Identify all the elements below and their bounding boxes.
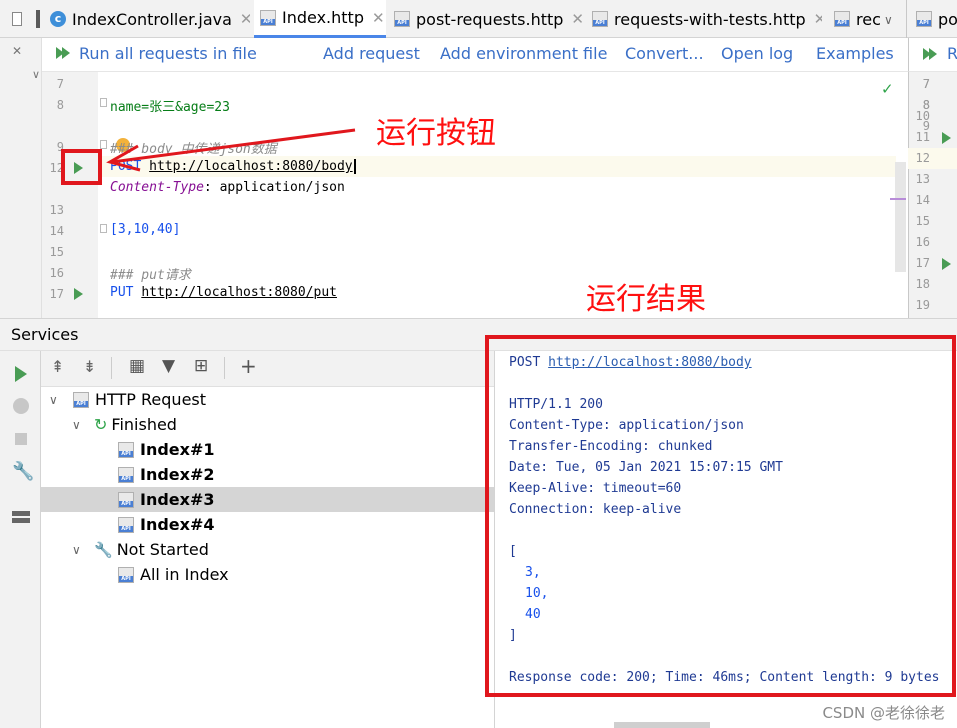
http-api-icon [118, 441, 134, 458]
http-client-toolbar: Run all requests in file Add request Add… [42, 38, 908, 72]
run-all-icon[interactable] [923, 48, 937, 60]
tab-rec[interactable]: rec [834, 0, 884, 38]
change-marker [890, 198, 906, 200]
open-log-button[interactable]: Open log [721, 44, 793, 63]
tree-node-finished[interactable]: ∨ ↻ Finished [41, 412, 494, 437]
json-body-line: [3,10,40] [110, 222, 181, 237]
http-api-icon [592, 11, 608, 27]
services-tree: ∨ HTTP Request ∨ ↻ Finished Index#1 Inde… [41, 387, 494, 728]
editor-gutter: 7 8 9 12 13 14 15 16 17 [42, 72, 98, 318]
request-url[interactable]: http://localhost:8080/put [141, 285, 337, 300]
run-result-annotation: 运行结果 [586, 282, 706, 317]
header-value: : application/json [203, 180, 345, 195]
close-icon[interactable]: ✕ [240, 10, 250, 28]
services-title: Services [11, 325, 79, 344]
debug-icon[interactable] [13, 398, 29, 414]
run-request-icon[interactable] [74, 288, 83, 300]
run-request-icon[interactable] [942, 258, 951, 270]
add-environment-button[interactable]: Add environment file [440, 44, 607, 63]
tree-item-index4[interactable]: Index#4 [41, 512, 494, 537]
form-body-line: name=张三&age=23 [110, 100, 230, 115]
run-all-icon[interactable] [56, 47, 70, 59]
close-icon[interactable]: ✕ [814, 10, 822, 28]
project-view-icon[interactable] [12, 12, 22, 26]
rerun-icon: ↻ [94, 415, 108, 434]
examples-button[interactable]: Examples [816, 44, 894, 63]
annotation-arrow [106, 128, 356, 172]
http-api-icon [118, 466, 134, 483]
comment-line: ### put请求 [110, 268, 191, 283]
layout-icon[interactable] [12, 511, 30, 523]
new-tab-icon[interactable]: ⊞ [194, 356, 208, 376]
run-result-highlight [485, 335, 956, 697]
filter-icon[interactable]: ▼ [162, 356, 175, 376]
fold-icon[interactable] [100, 224, 107, 233]
split-editor-line-numbers: 7 8 10 11 12 13 14 15 16 17 18 19 [908, 72, 957, 318]
services-side-toolbar: 🔧 [0, 351, 41, 728]
tab-index-http[interactable]: Index.http✕ [254, 0, 386, 38]
http-api-icon [118, 491, 134, 508]
run-request-icon[interactable] [942, 132, 951, 144]
collapse-all-icon[interactable]: ⇟ [83, 357, 96, 376]
wrench-icon[interactable]: 🔧 [12, 461, 34, 482]
http-api-icon [916, 11, 932, 27]
tree-item-index3[interactable]: Index#3 [41, 487, 494, 512]
split-divider [906, 0, 907, 38]
http-api-icon [260, 9, 276, 26]
close-icon[interactable]: ✕ [571, 10, 584, 28]
wrench-icon: 🔧 [94, 540, 113, 559]
tab-requests-with-tests[interactable]: requests-with-tests.http✕ [592, 0, 822, 38]
request-method: PUT [110, 285, 134, 300]
run-icon[interactable] [15, 366, 27, 382]
add-service-icon[interactable]: + [240, 354, 257, 378]
expand-all-icon[interactable]: ⇞ [51, 357, 64, 376]
tab-strip-marker [36, 10, 40, 28]
run-all-button[interactable]: Run all requests in file [79, 44, 257, 63]
close-icon[interactable]: ✕ [372, 9, 385, 27]
chevron-down-icon[interactable]: ∨ [32, 68, 40, 81]
tree-item-index1[interactable]: Index#1 [41, 437, 494, 462]
tree-item-index2[interactable]: Index#2 [41, 462, 494, 487]
convert-button[interactable]: Convert... [625, 44, 704, 63]
chevron-down-icon[interactable]: ∨ [72, 418, 86, 432]
header-name: Content-Type [110, 180, 204, 195]
tabs-overflow-icon[interactable]: ∨ [884, 13, 893, 27]
group-by-icon[interactable]: ▦ [129, 356, 145, 376]
right-toolbar: R [908, 38, 957, 72]
http-api-icon [834, 11, 850, 27]
run-button-highlight [61, 149, 102, 185]
project-strip: ✕ ∨ [0, 38, 42, 318]
chevron-down-icon[interactable]: ∨ [49, 393, 63, 407]
http-api-icon [73, 391, 89, 408]
chevron-down-icon[interactable]: ∨ [72, 543, 86, 557]
http-api-icon [118, 566, 134, 583]
fold-icon[interactable] [100, 98, 107, 107]
tree-node-not-started[interactable]: ∨ 🔧 Not Started [41, 537, 494, 562]
http-api-icon [118, 516, 134, 533]
stop-icon[interactable] [15, 433, 27, 445]
horizontal-scrollbar[interactable] [614, 722, 710, 728]
tab-post-requests[interactable]: post-requests.http✕ [394, 0, 584, 38]
editor-scrollbar[interactable] [895, 162, 906, 272]
run-button-annotation: 运行按钮 [376, 116, 496, 151]
java-class-icon: c [50, 11, 66, 27]
tab-indexcontroller[interactable]: c IndexController.java ✕ [50, 0, 250, 38]
watermark: CSDN @老徐徐老 [822, 704, 945, 722]
tree-item-all-in-index[interactable]: All in Index [41, 562, 494, 587]
editor-tab-bar: c IndexController.java✕ Index.http✕ post… [0, 0, 957, 38]
tab-po[interactable]: po [916, 0, 957, 38]
check-icon: ✓ [881, 80, 894, 98]
http-api-icon [394, 11, 410, 27]
services-tree-toolbar: ⇞ ⇟ ▦ ▼ ⊞ + [41, 351, 494, 387]
tree-node-http-request[interactable]: ∨ HTTP Request [41, 387, 494, 412]
collapse-icon[interactable]: ✕ [12, 44, 22, 58]
add-request-button[interactable]: Add request [323, 44, 420, 63]
